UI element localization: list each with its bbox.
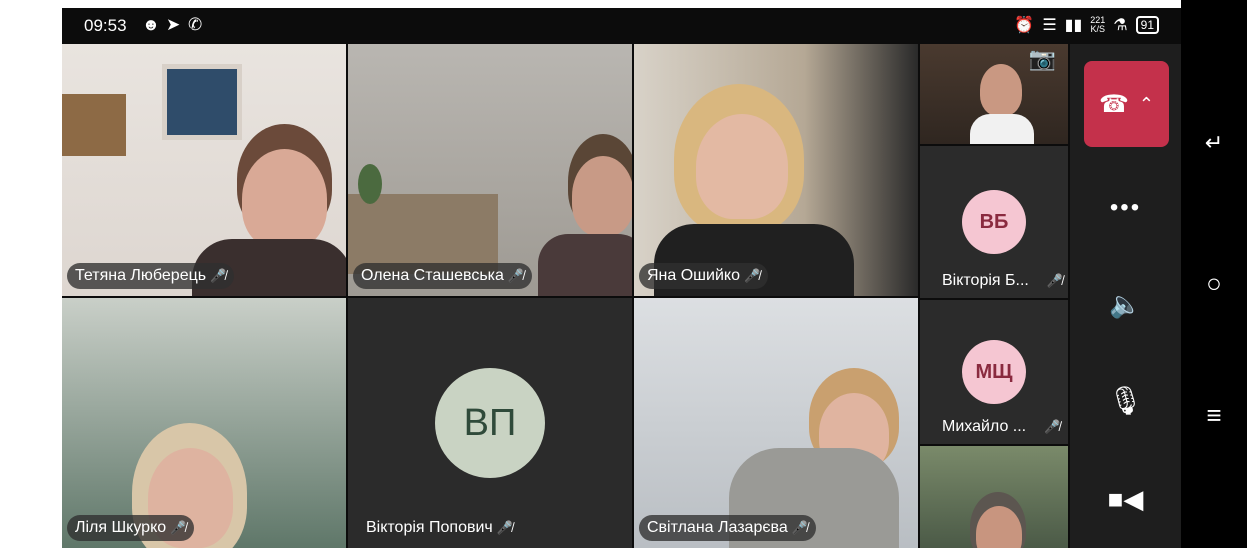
home-button[interactable]: ○ [1181,268,1247,299]
mic-off-icon: 🎤̸ [496,520,513,535]
alarm-icon: ⏰ [1014,17,1035,34]
status-right-icons: ⏰ ☰ ▮▮ 221 K/S ⚗ 91 [1014,15,1159,35]
participant-name: Олена Сташевська [361,267,504,284]
chevron-up-icon[interactable]: ⌃ [1139,94,1154,115]
mic-off-icon: 🎤̸ [507,268,525,283]
battery-indicator: 91 [1135,16,1159,34]
participant-name: Світлана Лазарєва [647,519,788,536]
net-speed: 221 K/S [1090,16,1105,34]
hang-up-button[interactable]: ☎ ⌃ [1084,61,1169,147]
flask-icon: ⚗ [1113,17,1128,34]
speaker-button[interactable]: 🔈 [1070,289,1181,320]
wifi-icon: ☰ [1042,17,1057,34]
participant-avatar: ВП [435,368,545,478]
teams-call-screen: 09:53 ☻ ➤ ✆ ⏰ ☰ ▮▮ 221 K/S ⚗ 91 Тетяна Л… [62,8,1181,548]
mic-off-icon: 🎤̸ [743,268,761,283]
video-tile-1[interactable]: Тетяна Люберець 🎤̸ [62,44,346,296]
more-options-button[interactable]: ••• [1070,194,1181,222]
mic-off-icon: 🎤̸ [1046,273,1064,288]
participant-face [572,156,632,236]
teams-icon: ☻ [142,15,160,34]
mic-off-icon: 🎤̸ [791,520,808,535]
participant-name: Яна Ошийко [647,267,740,284]
video-tile-side[interactable] [920,446,1068,548]
participant-avatar: МЩ [962,340,1026,404]
microphone-button[interactable]: 🎙 [1070,384,1181,417]
participant-body [538,234,632,296]
plant [358,164,382,204]
avatar-tile[interactable]: ВП Вікторія Попович 🎤̸ [348,298,632,548]
participant-name-tag: Олена Сташевська 🎤̸ [353,263,533,289]
viber-icon: ✆ [188,15,203,34]
mic-off-icon: 🎤̸ [170,520,187,535]
room-sofa [348,194,498,274]
net-speed-unit: K/S [1090,24,1106,34]
signal-icon: ▮▮ [1064,17,1083,34]
status-time: 09:53 [84,16,127,35]
video-tile-4[interactable]: Ліля Шкурко 🎤̸ [62,298,346,548]
mic-off-icon: 🎤̸ [210,268,227,283]
participant-name: Тетяна Люберець [75,267,207,284]
switch-camera-icon[interactable]: 📷 [1029,46,1056,72]
participant-name-tag: Вікторія Попович 🎤̸ [358,515,521,541]
video-tile-2[interactable]: Олена Сташевська 🎤̸ [348,44,632,296]
telegram-icon: ➤ [166,15,181,34]
participant-body [970,114,1034,144]
recents-button[interactable]: ≡ [1181,400,1247,431]
mic-off-icon: 🎤̸ [1044,419,1061,434]
call-controls: ☎ ⌃ ••• 🔈 🎙 ■◀ [1070,44,1181,548]
participant-name-tag: Вікторія Б... 🎤̸ [934,268,1068,294]
participant-name-tag: Світлана Лазарєва 🎤̸ [639,515,816,541]
self-view-tile[interactable]: 📷 [920,44,1068,144]
participant-name: Вікторія Попович [366,519,493,536]
video-tile-6[interactable]: Світлана Лазарєва 🎤̸ [634,298,918,548]
system-nav-bar: ↵ ○ ≡ [1181,0,1247,548]
participant-face [242,149,327,249]
participant-name-tag: Ліля Шкурко 🎤̸ [67,515,195,541]
phone-hangup-icon: ☎ [1099,90,1129,118]
participant-avatar: ВБ [962,190,1026,254]
participant-face [980,64,1022,116]
status-bar: 09:53 ☻ ➤ ✆ ⏰ ☰ ▮▮ 221 K/S ⚗ 91 [62,8,1181,44]
avatar-tile[interactable]: МЩ Михайло ... 🎤̸ [920,300,1068,444]
camera-button[interactable]: ■◀ [1070,484,1181,515]
participant-name-tag: Яна Ошийко 🎤̸ [639,263,769,289]
wall-picture [62,94,126,156]
video-tile-3[interactable]: Яна Ошийко 🎤̸ [634,44,918,296]
wall-picture [162,64,242,140]
avatar-tile[interactable]: ВБ Вікторія Б... 🎤̸ [920,146,1068,298]
participant-name-tag: Тетяна Люберець 🎤̸ [67,263,235,289]
participant-name: Михайло ... [942,418,1027,435]
participant-name: Вікторія Б... [942,272,1029,289]
participant-name: Ліля Шкурко [75,519,167,536]
participant-name-tag: Михайло ... 🎤̸ [934,414,1068,440]
participant-face [696,114,788,219]
back-button[interactable]: ↵ [1181,130,1247,156]
